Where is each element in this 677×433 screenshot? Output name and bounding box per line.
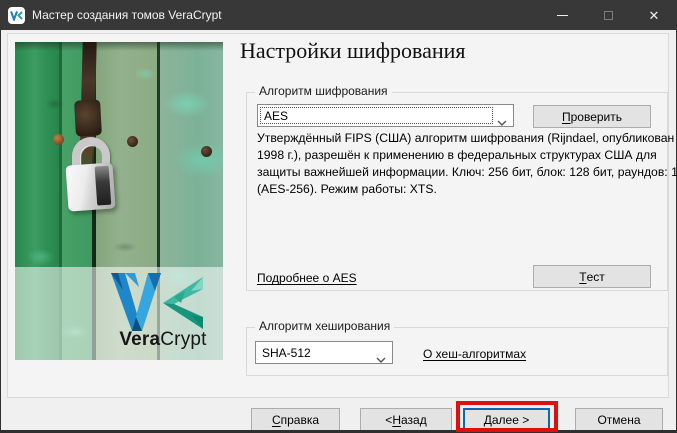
bolt <box>53 134 64 145</box>
label-key: Н <box>392 413 401 427</box>
label-rest: азад <box>401 413 427 427</box>
algorithm-description: Утверждённый FIPS (США) алгоритм шифрова… <box>257 130 677 198</box>
description-line: Утверждённый FIPS (США) алгоритм шифрова… <box>257 130 677 147</box>
encryption-group-label: Алгоритм шифрования <box>255 84 392 98</box>
focus-rect <box>260 107 493 124</box>
padlock-keyhole-plate <box>95 166 112 206</box>
page-title: Настройки шифрования <box>240 38 466 64</box>
description-line: 1998 г.), разрешён к применению в федера… <box>257 147 677 164</box>
bolt <box>201 146 212 157</box>
hasp-staple <box>74 99 102 136</box>
cancel-button[interactable]: Отмена <box>575 408 663 431</box>
label-pre: < <box>385 413 392 427</box>
minimize-icon <box>557 15 568 16</box>
hash-algorithm-group: Алгоритм хеширования SHA-512 О хеш-алгор… <box>246 327 668 376</box>
minimize-button[interactable] <box>539 0 585 30</box>
veracrypt-app-icon <box>8 7 25 24</box>
hash-algorithm-select[interactable]: SHA-512 <box>255 341 393 364</box>
window-controls: ✕ <box>539 0 677 30</box>
padlock-icon <box>65 162 115 211</box>
chevron-down-icon <box>376 350 386 368</box>
encryption-algorithm-select[interactable]: AES <box>257 104 514 127</box>
label-key: С <box>272 413 281 427</box>
window-title: Мастер создания томов VeraCrypt <box>32 8 539 22</box>
help-button[interactable]: Справка <box>251 408 340 431</box>
veracrypt-logo <box>111 273 207 331</box>
label-rest: Отмена <box>597 413 640 427</box>
wordmark-rest: Crypt <box>160 329 206 350</box>
back-button[interactable]: < Назад <box>360 408 452 431</box>
encryption-algorithm-group: Алгоритм шифрования AES Проверить Утверж… <box>246 92 668 291</box>
benchmark-button[interactable]: Проверить <box>533 105 651 128</box>
label-key: Т <box>579 270 586 284</box>
titlebar: Мастер создания томов VeraCrypt ✕ <box>0 0 677 30</box>
next-button[interactable]: Далее > <box>463 408 550 431</box>
maximize-icon <box>604 11 613 20</box>
wordmark-bold: Vera <box>119 329 160 350</box>
hash-info-link[interactable]: О хеш-алгоритмах <box>423 347 526 361</box>
hash-group-label: Алгоритм хеширования <box>255 319 394 333</box>
branding-band: VeraCrypt <box>15 267 223 360</box>
label-key: П <box>562 110 571 124</box>
hash-algorithm-value: SHA-512 <box>262 346 311 360</box>
close-button[interactable]: ✕ <box>631 0 677 30</box>
label-rest: правка <box>281 413 319 427</box>
encryption-algorithm-value: AES <box>264 109 288 123</box>
close-icon: ✕ <box>649 9 660 22</box>
more-about-aes-link[interactable]: Подробнее о AES <box>257 271 357 285</box>
label-rest: ест <box>587 270 605 284</box>
label-rest: алее > <box>492 413 529 427</box>
bolt <box>127 136 138 147</box>
test-button[interactable]: Тест <box>533 265 651 288</box>
chevron-down-icon <box>497 113 507 131</box>
veracrypt-wizard-window: Мастер создания томов VeraCrypt ✕ <box>0 0 677 433</box>
description-line: (AES-256). Режим работы: XTS. <box>257 181 677 198</box>
door-photo: VeraCrypt <box>15 42 223 360</box>
description-line: защиты важнейшей информации. Ключ: 256 б… <box>257 164 677 181</box>
veracrypt-wordmark: VeraCrypt <box>93 329 223 351</box>
maximize-button <box>585 0 631 30</box>
label-key: Д <box>484 413 492 427</box>
label-rest: роверить <box>571 110 622 124</box>
